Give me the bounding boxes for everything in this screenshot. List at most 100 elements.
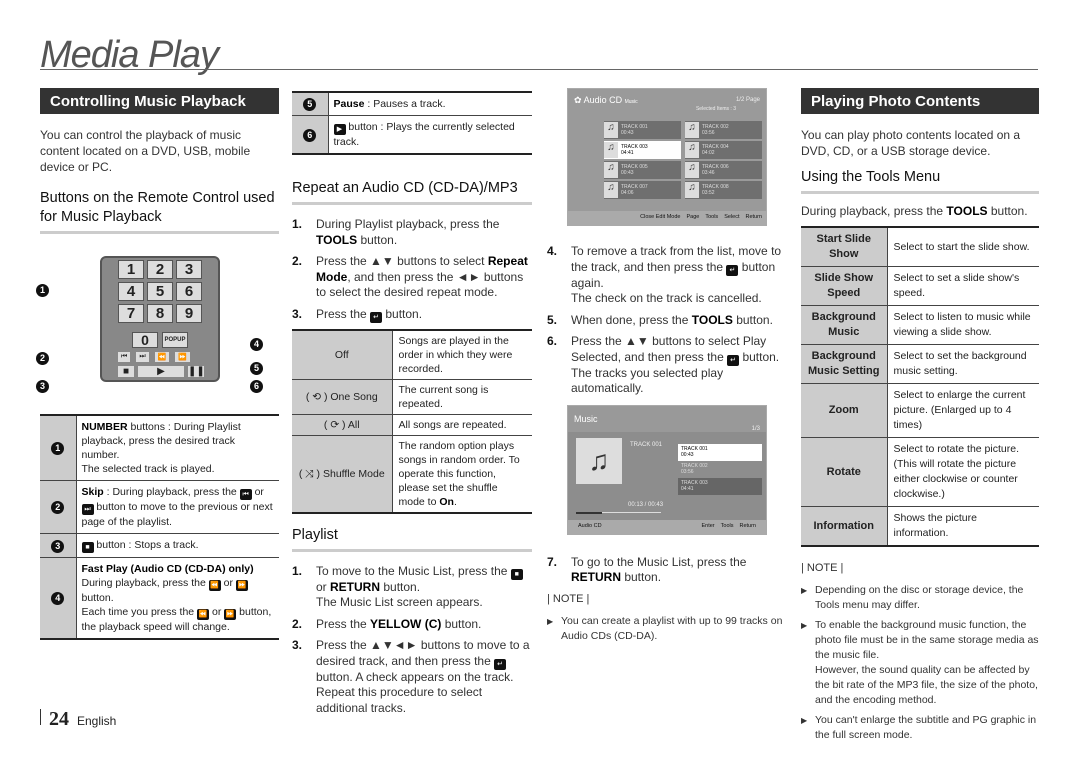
play-icon: ▶ — [333, 124, 346, 135]
column-playlist-cont: ✿ Audio CD Music 1/2 Page Selected Items… — [547, 88, 785, 649]
footer-hint: Return — [739, 522, 756, 529]
step: 1. During Playlist playback, press the TO… — [292, 217, 500, 247]
track-item: TRACK 003 04:41 — [678, 477, 762, 495]
callout-3: 3 — [36, 380, 49, 393]
track-item: ♫ TRACK 001 00:43 — [604, 121, 681, 139]
button-icon: ⏩ — [235, 580, 248, 591]
footer-hint: Tools — [705, 214, 719, 220]
pause-icon: ❚❚ — [188, 366, 205, 377]
play-icon: ▶ — [138, 366, 184, 377]
remote-buttons-table-cont: 5 Pause : Pauses a track. 6 ▶ button : Pla… — [292, 91, 532, 155]
key-1: 1 — [118, 260, 144, 279]
music-note-icon: ♫ — [576, 437, 622, 484]
button-icon: ⏪ — [208, 580, 221, 591]
table-row: Slide Show Speed Select to set a slide sh… — [801, 266, 1039, 306]
key-8: 8 — [147, 304, 173, 323]
key-4: 4 — [118, 282, 144, 301]
footer-hint: Close Edit Mode — [640, 214, 681, 220]
music-note-icon: ♫ — [604, 122, 618, 138]
notes: ▶ Depending on the disc or storage device… — [801, 583, 1039, 743]
page-title: Media Play — [40, 34, 219, 76]
track-item: ♫ TRACK 007 04:06 — [604, 181, 681, 199]
section-title: Controlling Music Playback — [40, 88, 279, 114]
table-row: Rotate Select to rotate the picture. (Thi… — [801, 437, 1039, 507]
music-note-icon: ♫ — [604, 162, 618, 178]
table-row: 6 ▶ button : Plays the currently selected… — [292, 115, 532, 155]
table-row: Information Shows the picture information… — [801, 506, 1039, 547]
key-2: 2 — [147, 260, 173, 279]
ff-icon: ⏩ — [175, 352, 191, 362]
section-title: Playing Photo Contents — [801, 88, 1039, 114]
music-note-icon: ♫ — [685, 142, 699, 158]
music-note-icon: ♫ — [604, 182, 618, 198]
step: 5. When done, press the TOOLS button. — [547, 312, 773, 327]
note-item: ▶ You can't enlarge the subtitle and PG g… — [801, 714, 1037, 741]
music-note-icon: ♫ — [685, 162, 699, 178]
note-label: | NOTE | — [801, 562, 844, 574]
table-row: 1 NUMBER buttons : During Playlist playba… — [40, 415, 279, 481]
table-row: Start Slide Show Select to start the slid… — [801, 227, 1039, 267]
button-icon: ⏩ — [224, 609, 237, 620]
table-row: Off Songs are played in the order in whic… — [292, 329, 532, 380]
lead: During playback, press the TOOLS button. — [801, 204, 1028, 218]
track-item: ♫ TRACK 003 04:41 — [604, 141, 681, 159]
column-repeat-playlist: 5 Pause : Pauses a track. 6 ▶ button : Pla… — [292, 91, 532, 722]
footer-hint: Tools — [720, 522, 734, 529]
key-popup: POPUP — [162, 332, 188, 348]
button-icon: ■ — [81, 542, 94, 553]
intro: You can play photo contents located on a… — [801, 128, 1021, 158]
step: 1. To move to the Music List, press the ■… — [292, 564, 532, 611]
button-icon: ⏮ — [239, 489, 252, 500]
step: 6. Press the ▲▼ buttons to select Play Se… — [547, 334, 780, 395]
step-7: 7. To go to the Music List, press the RET… — [547, 554, 747, 585]
note-item: ▶ Depending on the disc or storage device… — [801, 584, 1024, 611]
button-icon: ⏪ — [197, 609, 210, 620]
enter-icon: ↵ — [494, 658, 507, 670]
step: 2. Press the YELLOW (C) button. — [292, 616, 482, 631]
table-row: Zoom Select to enlarge the current pictur… — [801, 383, 1039, 438]
track-item: ♫ TRACK 008 03:52 — [685, 181, 762, 199]
table-row: 3 ■ button : Stops a track. — [40, 533, 279, 558]
language: English — [77, 714, 117, 728]
key-7: 7 — [118, 304, 144, 323]
subheading: Buttons on the Remote Control used for M… — [40, 189, 279, 234]
step: 4. To remove a track from the list, move … — [547, 244, 782, 305]
step: 2. Press the ▲▼ buttons to select Repeat … — [292, 254, 528, 299]
footer-hint: Enter — [701, 522, 715, 529]
music-note-icon: ♫ — [685, 182, 699, 198]
repeat-heading: Repeat an Audio CD (CD-DA)/MP3 — [292, 179, 532, 205]
table-row: Background Music Setting Select to set th… — [801, 344, 1039, 384]
stop-icon: ■ — [118, 366, 134, 377]
track-item: ♫ TRACK 005 00:43 — [604, 161, 681, 179]
page-number: 24 — [49, 708, 69, 730]
callout-2: 2 — [36, 352, 49, 365]
music-screen: Music 1/3 ♫ TRACK 001 00:13 / 00:43 TRAC… — [567, 404, 767, 535]
track-item: TRACK 001 00:43 — [678, 443, 762, 461]
note-item: ▶ To enable the background music function… — [801, 619, 1039, 706]
stop-icon: ■ — [510, 568, 523, 580]
enter-icon: ↵ — [370, 311, 383, 323]
step: 3. Press the ▲▼◄► buttons to move to a de… — [292, 638, 530, 715]
next-icon: ⏭ — [136, 352, 149, 362]
key-6: 6 — [176, 282, 202, 301]
footer-hint: Return — [745, 214, 762, 220]
table-row: 4 Fast Play (Audio CD (CD-DA) only) During… — [40, 557, 279, 640]
audio-cd-screen: ✿ Audio CD Music 1/2 Page Selected Items… — [567, 88, 767, 226]
playlist-steps: 1. To move to the Music List, press the ■… — [292, 564, 532, 717]
enter-icon: ↵ — [726, 264, 739, 276]
note-label: | NOTE | — [547, 592, 590, 605]
key-3: 3 — [176, 260, 202, 279]
column-photo: Playing Photo Contents You can play phot… — [801, 88, 1039, 748]
music-note-icon: ♫ — [685, 122, 699, 138]
note-item: ▶ You can create a playlist with up to 99… — [547, 614, 783, 642]
title-rule — [40, 69, 1038, 70]
rewind-icon: ⏪ — [154, 352, 170, 362]
prev-icon: ⏮ — [118, 352, 131, 362]
table-row: 2 Skip : During playback, press the ⏮ or … — [40, 480, 279, 534]
playlist-steps-cont: 4. To remove a track from the list, move … — [547, 244, 785, 397]
music-note-icon: ♫ — [604, 142, 618, 158]
callout-6: 6 — [250, 380, 263, 393]
table-row: ( ⤨ ) Shuffle Mode The random option play… — [292, 435, 532, 513]
key-0: 0 — [132, 332, 158, 348]
step: 3. Press the ↵ button. — [292, 306, 423, 323]
